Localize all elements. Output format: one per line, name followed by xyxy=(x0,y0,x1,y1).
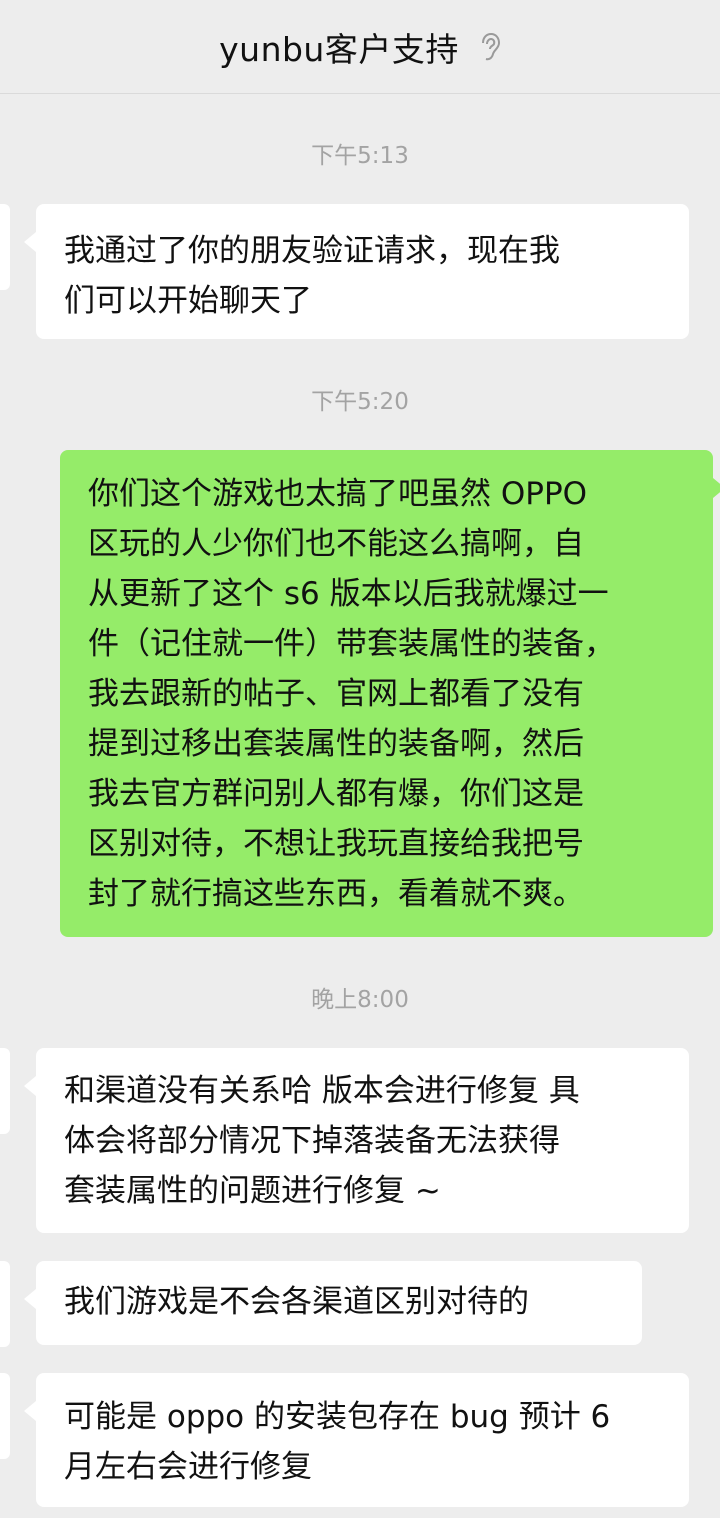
ear-icon xyxy=(477,32,501,62)
message-text: 我们游戏是不会各渠道区别对待的 xyxy=(64,1284,529,1320)
message-text: 可能是 oppo 的安装包存在 bug 预计 6 月左右会进行修复 xyxy=(64,1399,611,1485)
timestamp: 下午5:20 xyxy=(311,389,409,415)
message-text: 和渠道没有关系哈 版本会进行修复 具 体会将部分情况下掉落装备无法获得 套装属性… xyxy=(64,1073,580,1209)
bubble-tail xyxy=(24,1289,36,1309)
contact-avatar[interactable] xyxy=(0,1261,10,1347)
contact-avatar[interactable] xyxy=(0,1048,10,1134)
contact-avatar[interactable] xyxy=(0,1373,10,1459)
message-bubble-incoming[interactable]: 可能是 oppo 的安装包存在 bug 预计 6 月左右会进行修复 xyxy=(24,1373,689,1507)
chat-header: yunbu客户支持 xyxy=(0,0,720,94)
chat-title[interactable]: yunbu客户支持 xyxy=(219,23,459,71)
contact-avatar[interactable] xyxy=(0,204,10,290)
message-bubble-outgoing[interactable]: 你们这个游戏也太搞了吧虽然 OPPO 区玩的人少你们也不能这么搞啊，自 从更新了… xyxy=(60,450,720,937)
bubble-tail xyxy=(24,1401,36,1421)
timestamp: 晚上8:00 xyxy=(311,987,409,1013)
bubble-tail xyxy=(713,478,720,498)
bubble-tail xyxy=(24,1076,36,1096)
message-text: 你们这个游戏也太搞了吧虽然 OPPO 区玩的人少你们也不能这么搞啊，自 从更新了… xyxy=(88,476,615,912)
message-text: 我通过了你的朋友验证请求，现在我 们可以开始聊天了 xyxy=(64,233,560,319)
bubble-tail xyxy=(24,232,36,252)
message-bubble-incoming[interactable]: 我们游戏是不会各渠道区别对待的 xyxy=(24,1261,642,1345)
message-bubble-incoming[interactable]: 和渠道没有关系哈 版本会进行修复 具 体会将部分情况下掉落装备无法获得 套装属性… xyxy=(24,1048,689,1233)
message-bubble-incoming[interactable]: 我通过了你的朋友验证请求，现在我 们可以开始聊天了 xyxy=(24,204,689,339)
timestamp: 下午5:13 xyxy=(311,143,409,169)
